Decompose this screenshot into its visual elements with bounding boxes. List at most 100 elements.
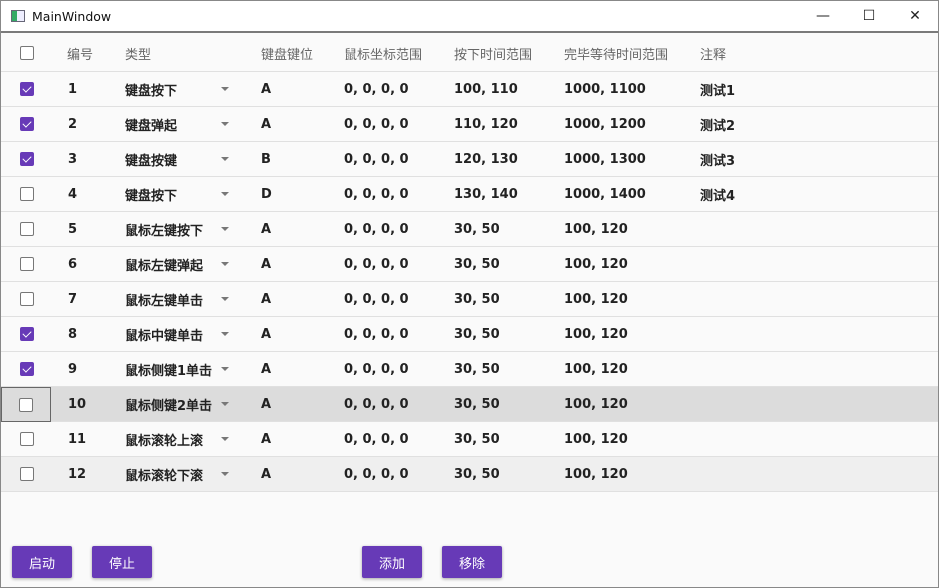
row-checkbox[interactable] bbox=[20, 222, 34, 236]
mouse-range-cell[interactable]: 0, 0, 0, 0 bbox=[344, 212, 409, 246]
close-icon[interactable]: ✕ bbox=[892, 1, 938, 31]
wait-time-cell[interactable]: 1000, 1300 bbox=[564, 142, 646, 176]
press-time-cell[interactable]: 120, 130 bbox=[454, 142, 518, 176]
type-dropdown[interactable]: 键盘按下 bbox=[125, 177, 235, 211]
press-time-cell[interactable]: 100, 110 bbox=[454, 72, 518, 106]
type-dropdown[interactable]: 鼠标侧键2单击 bbox=[125, 387, 235, 421]
row-checkbox[interactable] bbox=[20, 257, 34, 271]
mouse-range-cell[interactable]: 0, 0, 0, 0 bbox=[344, 72, 409, 106]
table-row[interactable]: 6 鼠标左键弹起 A 0, 0, 0, 0 30, 50 100, 120 bbox=[1, 247, 938, 282]
type-dropdown[interactable]: 鼠标侧键1单击 bbox=[125, 352, 235, 386]
row-checkbox[interactable] bbox=[20, 327, 34, 341]
wait-time-cell[interactable]: 100, 120 bbox=[564, 352, 628, 386]
press-time-cell[interactable]: 30, 50 bbox=[454, 212, 500, 246]
press-time-cell[interactable]: 30, 50 bbox=[454, 282, 500, 316]
table-row[interactable]: 4 键盘按下 D 0, 0, 0, 0 130, 140 1000, 1400 … bbox=[1, 177, 938, 212]
wait-time-cell[interactable]: 1000, 1400 bbox=[564, 177, 646, 211]
type-dropdown[interactable]: 键盘弹起 bbox=[125, 107, 235, 141]
key-cell[interactable]: A bbox=[261, 387, 271, 421]
table-row[interactable]: 2 键盘弹起 A 0, 0, 0, 0 110, 120 1000, 1200 … bbox=[1, 107, 938, 142]
wait-time-cell[interactable]: 100, 120 bbox=[564, 422, 628, 456]
note-cell[interactable]: 测试2 bbox=[700, 107, 735, 141]
table-row[interactable]: 3 键盘按键 B 0, 0, 0, 0 120, 130 1000, 1300 … bbox=[1, 142, 938, 177]
wait-time-cell[interactable]: 100, 120 bbox=[564, 247, 628, 281]
stop-button[interactable]: 停止 bbox=[92, 546, 152, 578]
mouse-range-cell[interactable]: 0, 0, 0, 0 bbox=[344, 177, 409, 211]
key-cell[interactable]: A bbox=[261, 352, 271, 386]
row-checkbox[interactable] bbox=[20, 292, 34, 306]
row-checkbox[interactable] bbox=[20, 187, 34, 201]
key-cell[interactable]: A bbox=[261, 212, 271, 246]
wait-time-cell[interactable]: 100, 120 bbox=[564, 457, 628, 491]
key-cell[interactable]: A bbox=[261, 107, 271, 141]
wait-time-cell[interactable]: 100, 120 bbox=[564, 282, 628, 316]
press-time-cell[interactable]: 30, 50 bbox=[454, 247, 500, 281]
table-row[interactable]: 1 键盘按下 A 0, 0, 0, 0 100, 110 1000, 1100 … bbox=[1, 72, 938, 107]
row-checkbox[interactable] bbox=[20, 432, 34, 446]
type-dropdown[interactable]: 键盘按键 bbox=[125, 142, 235, 176]
start-button[interactable]: 启动 bbox=[12, 546, 72, 578]
press-time-cell[interactable]: 130, 140 bbox=[454, 177, 518, 211]
mouse-range-cell[interactable]: 0, 0, 0, 0 bbox=[344, 457, 409, 491]
column-header[interactable]: 完毕等待时间范围 bbox=[564, 35, 668, 71]
mouse-range-cell[interactable]: 0, 0, 0, 0 bbox=[344, 107, 409, 141]
mouse-range-cell[interactable]: 0, 0, 0, 0 bbox=[344, 142, 409, 176]
type-dropdown[interactable]: 鼠标滚轮下滚 bbox=[125, 457, 235, 491]
mouse-range-cell[interactable]: 0, 0, 0, 0 bbox=[344, 247, 409, 281]
column-header[interactable]: 鼠标坐标范围 bbox=[344, 35, 422, 71]
column-header[interactable]: 编号 bbox=[67, 35, 93, 71]
column-header[interactable]: 按下时间范围 bbox=[454, 35, 532, 71]
mouse-range-cell[interactable]: 0, 0, 0, 0 bbox=[344, 352, 409, 386]
select-all-checkbox[interactable] bbox=[20, 46, 34, 60]
press-time-cell[interactable]: 30, 50 bbox=[454, 457, 500, 491]
mouse-range-cell[interactable]: 0, 0, 0, 0 bbox=[344, 282, 409, 316]
press-time-cell[interactable]: 30, 50 bbox=[454, 352, 500, 386]
key-cell[interactable]: A bbox=[261, 422, 271, 456]
row-checkbox[interactable] bbox=[20, 82, 34, 96]
row-checkbox[interactable] bbox=[20, 117, 34, 131]
wait-time-cell[interactable]: 100, 120 bbox=[564, 387, 628, 421]
remove-button[interactable]: 移除 bbox=[442, 546, 502, 578]
wait-time-cell[interactable]: 1000, 1200 bbox=[564, 107, 646, 141]
table-row[interactable]: 11 鼠标滚轮上滚 A 0, 0, 0, 0 30, 50 100, 120 bbox=[1, 422, 938, 457]
key-cell[interactable]: D bbox=[261, 177, 272, 211]
row-checkbox[interactable] bbox=[20, 362, 34, 376]
column-header[interactable]: 类型 bbox=[125, 35, 151, 71]
wait-time-cell[interactable]: 1000, 1100 bbox=[564, 72, 646, 106]
table-row[interactable]: 7 鼠标左键单击 A 0, 0, 0, 0 30, 50 100, 120 bbox=[1, 282, 938, 317]
minimize-icon[interactable]: — bbox=[800, 1, 846, 31]
row-checkbox[interactable] bbox=[19, 397, 33, 412]
key-cell[interactable]: A bbox=[261, 457, 271, 491]
key-cell[interactable]: A bbox=[261, 317, 271, 351]
row-checkbox[interactable] bbox=[20, 152, 34, 166]
wait-time-cell[interactable]: 100, 120 bbox=[564, 212, 628, 246]
type-dropdown[interactable]: 鼠标左键按下 bbox=[125, 212, 235, 246]
mouse-range-cell[interactable]: 0, 0, 0, 0 bbox=[344, 317, 409, 351]
key-cell[interactable]: A bbox=[261, 282, 271, 316]
maximize-icon[interactable]: ☐ bbox=[846, 1, 892, 31]
table-row[interactable]: 5 鼠标左键按下 A 0, 0, 0, 0 30, 50 100, 120 bbox=[1, 212, 938, 247]
press-time-cell[interactable]: 30, 50 bbox=[454, 317, 500, 351]
type-dropdown[interactable]: 鼠标中键单击 bbox=[125, 317, 235, 351]
type-dropdown[interactable]: 鼠标滚轮上滚 bbox=[125, 422, 235, 456]
wait-time-cell[interactable]: 100, 120 bbox=[564, 317, 628, 351]
column-header[interactable]: 注释 bbox=[700, 35, 726, 71]
column-header[interactable]: 键盘键位 bbox=[261, 35, 313, 71]
type-dropdown[interactable]: 鼠标左键单击 bbox=[125, 282, 235, 316]
mouse-range-cell[interactable]: 0, 0, 0, 0 bbox=[344, 387, 409, 421]
key-cell[interactable]: A bbox=[261, 72, 271, 106]
type-dropdown[interactable]: 键盘按下 bbox=[125, 72, 235, 106]
press-time-cell[interactable]: 110, 120 bbox=[454, 107, 518, 141]
mouse-range-cell[interactable]: 0, 0, 0, 0 bbox=[344, 422, 409, 456]
table-row[interactable]: 8 鼠标中键单击 A 0, 0, 0, 0 30, 50 100, 120 bbox=[1, 317, 938, 352]
add-button[interactable]: 添加 bbox=[362, 546, 422, 578]
table-row[interactable]: 10 鼠标侧键2单击 A 0, 0, 0, 0 30, 50 100, 120 bbox=[1, 387, 938, 422]
row-checkbox[interactable] bbox=[20, 467, 34, 481]
type-dropdown[interactable]: 鼠标左键弹起 bbox=[125, 247, 235, 281]
key-cell[interactable]: A bbox=[261, 247, 271, 281]
key-cell[interactable]: B bbox=[261, 142, 271, 176]
note-cell[interactable]: 测试1 bbox=[700, 72, 735, 106]
table-row[interactable]: 9 鼠标侧键1单击 A 0, 0, 0, 0 30, 50 100, 120 bbox=[1, 352, 938, 387]
note-cell[interactable]: 测试3 bbox=[700, 142, 735, 176]
table-row[interactable]: 12 鼠标滚轮下滚 A 0, 0, 0, 0 30, 50 100, 120 bbox=[1, 457, 938, 492]
